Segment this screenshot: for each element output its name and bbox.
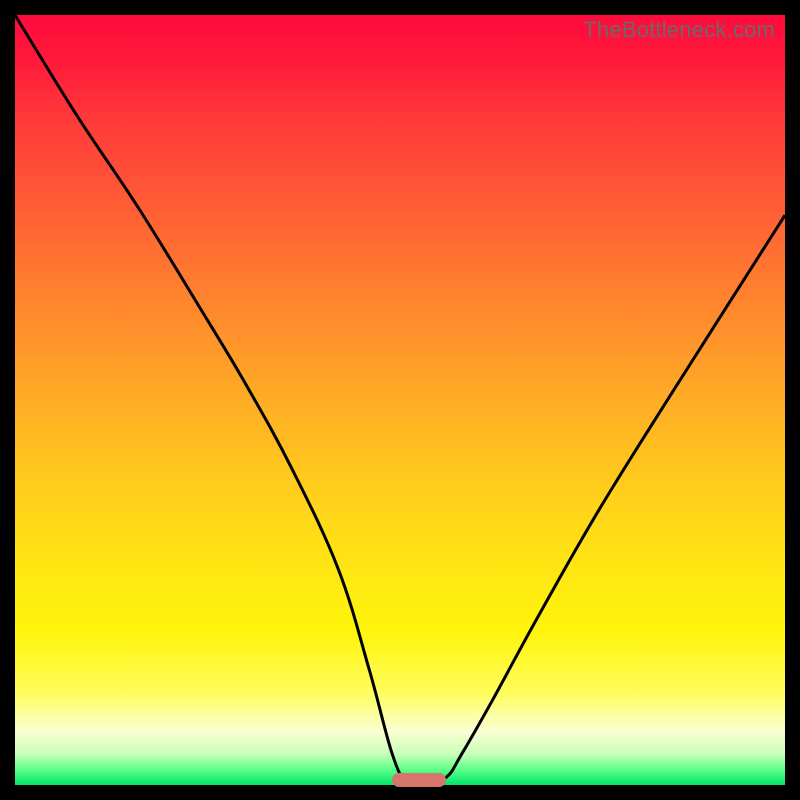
chart-frame: TheBottleneck.com bbox=[0, 0, 800, 800]
curve-path bbox=[15, 15, 785, 788]
optimal-marker bbox=[392, 773, 446, 787]
bottleneck-curve bbox=[15, 15, 785, 785]
plot-area: TheBottleneck.com bbox=[15, 15, 785, 785]
